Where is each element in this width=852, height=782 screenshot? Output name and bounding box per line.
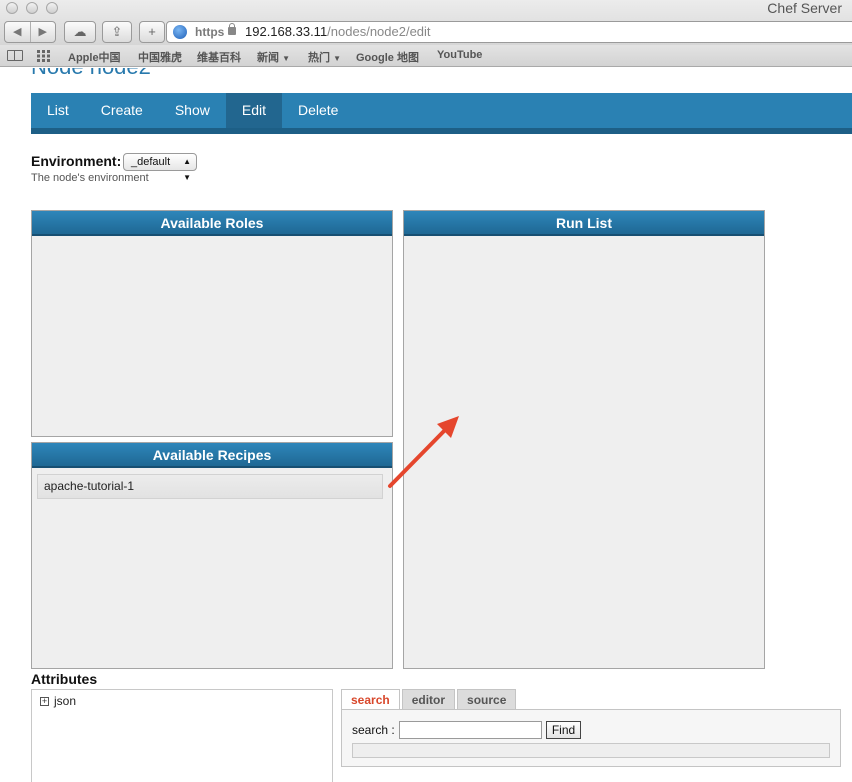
url-host: 192.168.33.11	[245, 24, 328, 39]
minimize-window-icon[interactable]	[26, 2, 38, 14]
tab-show[interactable]: Show	[159, 93, 226, 128]
forward-icon[interactable]: ▶	[29, 22, 56, 42]
top-sites-icon[interactable]	[37, 50, 52, 62]
browser-toolbar: Chef Server ◀ ▶ ☁ ⇪ + https 192.168.33.1…	[0, 0, 852, 45]
back-icon[interactable]: ◀	[5, 22, 30, 42]
url-text[interactable]: 192.168.33.11/nodes/node2/edit	[245, 22, 431, 42]
bookmark-popular-label: 热门	[308, 52, 330, 64]
page-title: Node node2	[31, 68, 151, 80]
tab-editor[interactable]: editor	[401, 689, 456, 710]
attributes-tree: + json	[31, 689, 333, 782]
select-arrows-icon: ▲ ▼	[183, 157, 191, 182]
run-list-title: Run List	[404, 211, 764, 236]
tree-node-json[interactable]: json	[54, 694, 76, 708]
recipe-item[interactable]: apache-tutorial-1	[37, 474, 383, 499]
page-content: Node node2 List Create Show Edit Delete …	[0, 68, 852, 782]
url-path: /nodes/node2/edit	[327, 24, 431, 39]
bookmark-wikipedia[interactable]: 维基百科	[197, 49, 241, 65]
environment-value: _default	[131, 156, 171, 168]
bookmark-apple-china[interactable]: Apple中国	[68, 49, 121, 65]
search-input[interactable]	[399, 721, 542, 739]
tab-edit[interactable]: Edit	[225, 93, 282, 128]
search-results	[352, 743, 830, 758]
window-title: Chef Server	[767, 0, 842, 16]
tab-source[interactable]: source	[457, 689, 517, 710]
bookmark-youtube[interactable]: YouTube	[437, 49, 482, 61]
attributes-title: Attributes	[31, 671, 98, 687]
nav-buttons: ◀ ▶	[4, 21, 56, 43]
tab-list[interactable]: List	[31, 93, 85, 128]
bookmark-popular-folder[interactable]: 热门 ▼	[308, 49, 341, 65]
reading-list-icon[interactable]	[7, 50, 23, 61]
zoom-window-icon[interactable]	[46, 2, 58, 14]
tab-search[interactable]: search	[341, 689, 400, 710]
bookmark-yahoo-china[interactable]: 中国雅虎	[138, 49, 182, 65]
available-recipes-panel: Available Recipes apache-tutorial-1	[31, 442, 393, 669]
action-tabs: List Create Show Edit Delete	[31, 93, 852, 134]
address-bar[interactable]: https 192.168.33.11/nodes/node2/edit	[166, 21, 852, 43]
new-tab-icon[interactable]: +	[139, 21, 165, 43]
share-icon[interactable]: ⇪	[102, 21, 132, 43]
expand-icon[interactable]: +	[40, 697, 49, 706]
bookmark-news-label: 新闻	[257, 52, 279, 64]
icloud-tabs-icon[interactable]: ☁	[64, 21, 96, 43]
bookmarks-bar: Apple中国 中国雅虎 维基百科 新闻 ▼ 热门 ▼ Google 地图 Yo…	[0, 45, 852, 67]
chevron-down-icon: ▼	[333, 54, 341, 63]
drag-arrow-annotation	[388, 416, 459, 488]
available-recipes-title: Available Recipes	[32, 443, 392, 468]
environment-label: Environment:	[31, 153, 122, 169]
tab-delete[interactable]: Delete	[282, 93, 354, 128]
chevron-down-icon: ▼	[282, 54, 290, 63]
find-button[interactable]: Find	[546, 721, 581, 739]
bookmark-news-folder[interactable]: 新闻 ▼	[257, 49, 290, 65]
globe-icon	[173, 25, 187, 39]
close-window-icon[interactable]	[6, 2, 18, 14]
available-roles-title: Available Roles	[32, 211, 392, 236]
lock-icon	[228, 23, 236, 35]
tab-create[interactable]: Create	[85, 93, 159, 128]
url-scheme: https	[195, 25, 225, 39]
attribute-tabs: search editor source	[341, 689, 518, 710]
environment-select[interactable]: _default ▲ ▼	[123, 153, 197, 182]
attribute-search-panel: search : Find	[341, 709, 841, 767]
search-label: search :	[352, 723, 395, 737]
bookmark-google-maps[interactable]: Google 地图	[356, 49, 419, 65]
available-roles-panel: Available Roles	[31, 210, 393, 437]
environment-help: The node's environment	[31, 172, 149, 184]
